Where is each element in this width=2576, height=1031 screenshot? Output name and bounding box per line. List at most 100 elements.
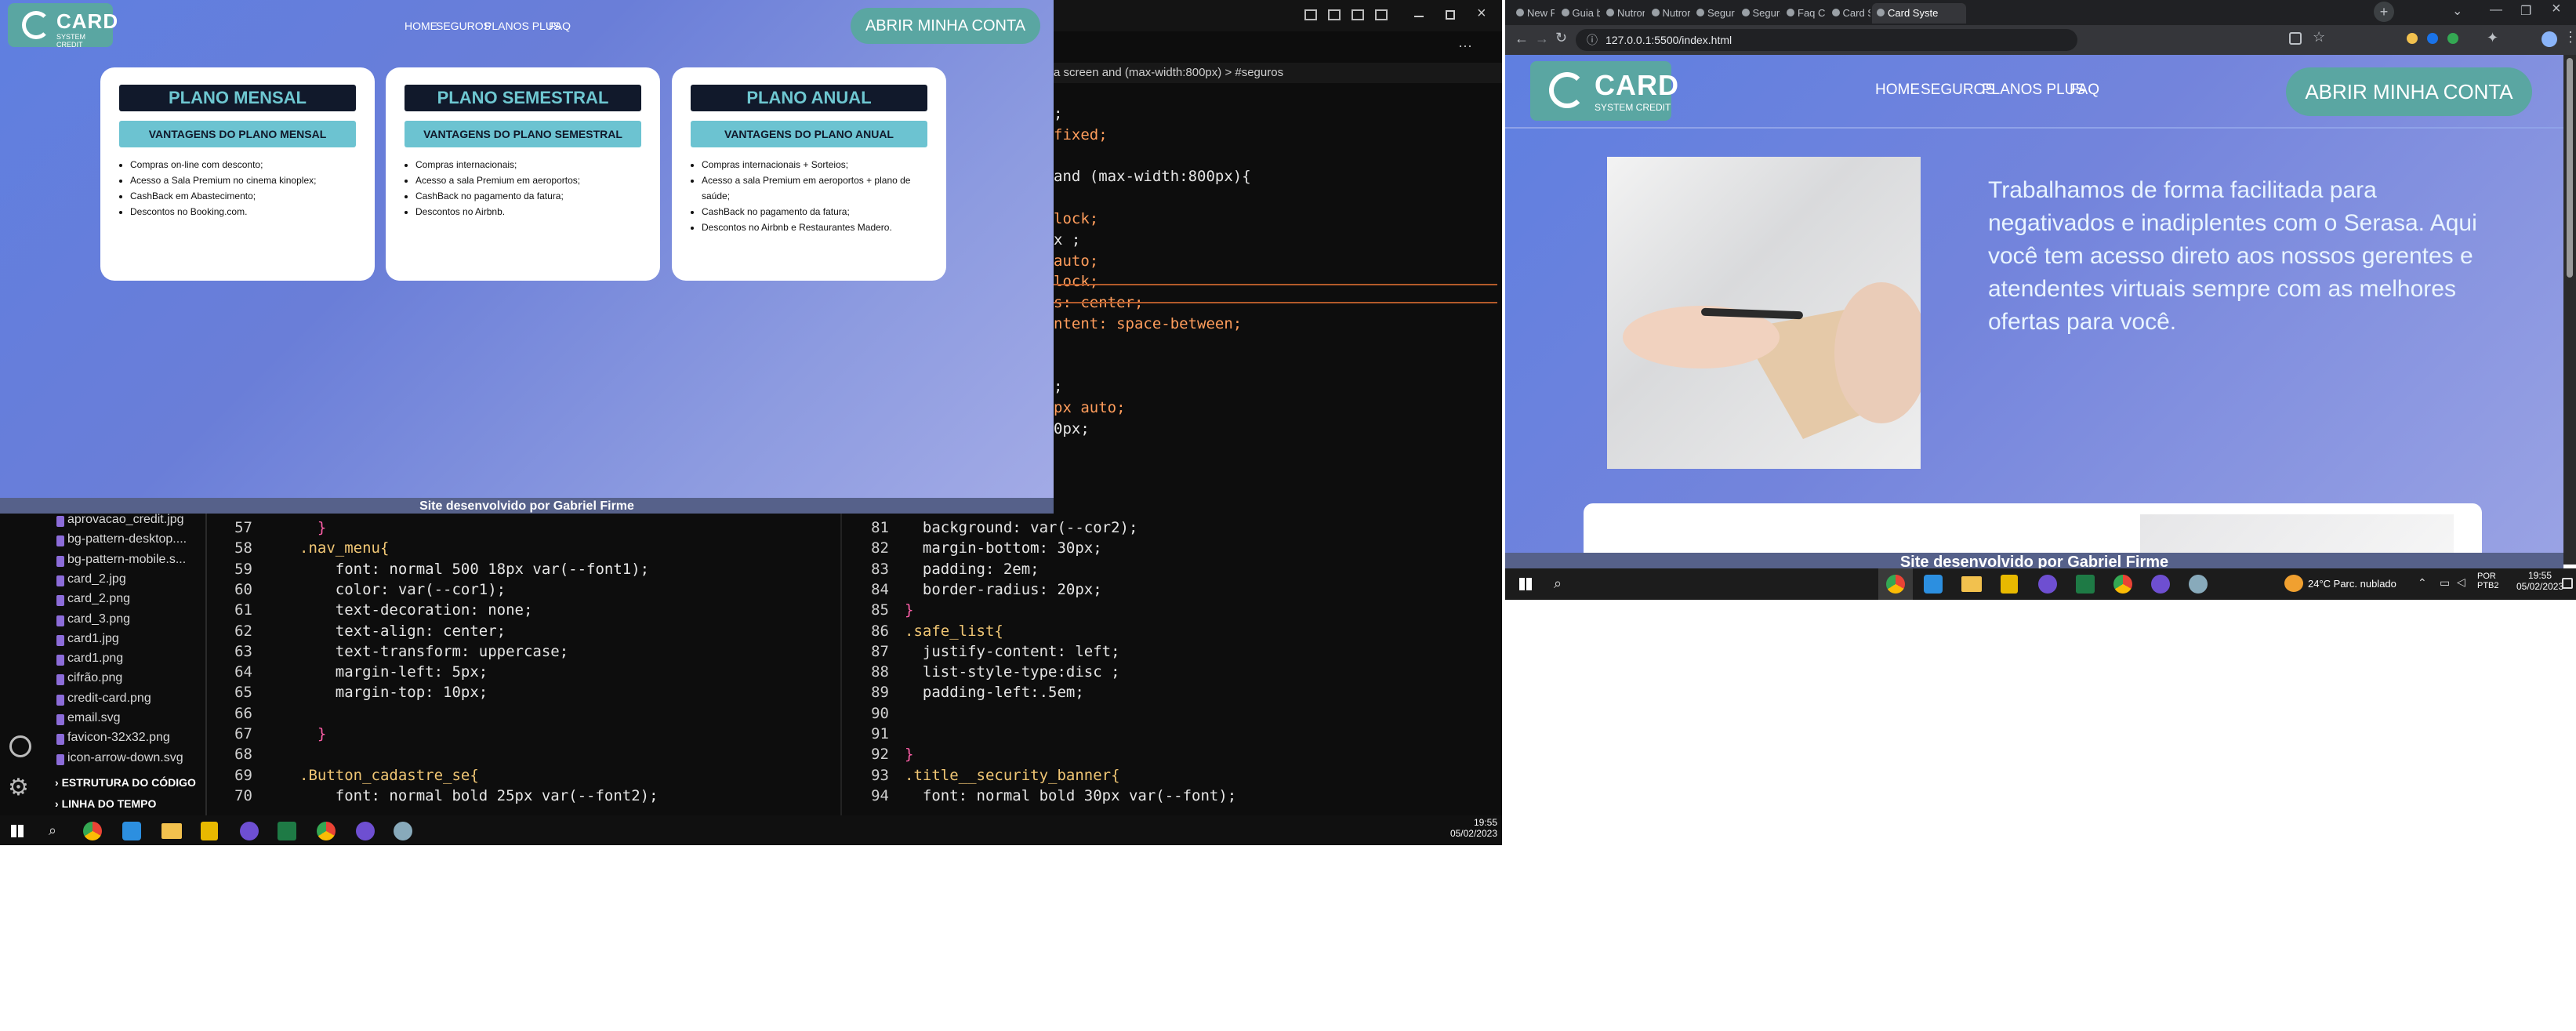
network-icon[interactable]: ▭ (2440, 576, 2450, 590)
github-icon[interactable] (2151, 575, 2170, 594)
plan-benefits-button[interactable]: VANTAGENS DO PLANO ANUAL (691, 121, 927, 147)
minimize-icon[interactable] (1414, 16, 1424, 17)
open-account-button[interactable]: ABRIR MINHA CONTA (851, 8, 1040, 44)
folder-icon[interactable] (161, 823, 182, 839)
search-icon[interactable]: ⌕ (49, 822, 56, 839)
file-tree-item[interactable]: email.svg (67, 711, 121, 725)
layout-icon[interactable] (1351, 9, 1364, 20)
nav-faq[interactable]: FAQ (549, 20, 571, 32)
tab-search-icon[interactable]: ⌄ (2452, 3, 2462, 19)
plan-benefits-button[interactable]: VANTAGENS DO PLANO SEMESTRAL (405, 121, 641, 147)
minimize-icon[interactable]: — (2490, 3, 2502, 17)
file-tree-item[interactable]: card_2.jpg (67, 572, 126, 586)
code-line[interactable]: padding: 2em; (905, 561, 1039, 578)
code-line[interactable]: ; (1054, 378, 1062, 395)
code-line[interactable]: } (905, 746, 913, 763)
search-icon[interactable]: ⌕ (1554, 575, 1562, 592)
code-line[interactable]: ntent: space-between; (1054, 315, 1242, 332)
code-line[interactable]: } (299, 725, 326, 742)
reload-icon[interactable]: ↻ (1555, 30, 1567, 46)
weather-icon[interactable] (2284, 575, 2303, 592)
file-tree-item[interactable]: card_3.png (67, 612, 130, 626)
plan-benefits-button[interactable]: VANTAGENS DO PLANO MENSAL (119, 121, 356, 147)
code-line[interactable]: justify-content: left; (905, 643, 1120, 660)
excel-icon[interactable] (2076, 575, 2095, 594)
code-line[interactable]: text-decoration: none; (299, 601, 533, 619)
file-tree-item[interactable]: credit-card.png (67, 692, 151, 706)
star-icon[interactable]: ☆ (2313, 29, 2325, 45)
more-actions-icon[interactable]: ··· (1458, 38, 1472, 54)
url-input[interactable]: ⓘ 127.0.0.1:5500/index.html (1576, 29, 2077, 51)
nav-home[interactable]: HOME (405, 20, 437, 32)
browser-tab[interactable]: Card Syst (1827, 3, 1870, 24)
file-tree-item[interactable]: favicon-32x32.png (67, 731, 170, 745)
timeline-section[interactable]: › LINHA DO TEMPO (55, 797, 156, 810)
code-line[interactable]: 0px; (1054, 420, 1090, 437)
code-line[interactable]: padding-left:.5em; (905, 684, 1084, 701)
code-line[interactable]: .nav_menu{ (299, 539, 389, 557)
extension-icon[interactable] (2427, 33, 2438, 44)
folder-icon[interactable] (1961, 576, 1982, 592)
notification-icon[interactable] (2562, 578, 2573, 589)
extension-icon[interactable] (2407, 33, 2418, 44)
nav-home[interactable]: HOME (1875, 82, 1920, 99)
forward-icon[interactable]: → (1535, 31, 1549, 47)
code-line[interactable]: ; (1054, 105, 1062, 122)
code-line[interactable]: auto; (1054, 252, 1098, 270)
code-line[interactable]: } (905, 601, 913, 619)
clock[interactable]: 19:55 05/02/2023 (2516, 570, 2563, 592)
code-line[interactable]: fixed; (1054, 126, 1108, 143)
close-icon[interactable]: × (1477, 5, 1486, 23)
browser-tab[interactable]: Guia básic (1557, 3, 1600, 24)
file-tree-item[interactable]: card1.jpg (67, 632, 119, 646)
app-icon[interactable] (2189, 575, 2208, 594)
chrome-icon[interactable] (83, 822, 102, 840)
powerbi-icon[interactable] (2001, 575, 2018, 594)
share-icon[interactable] (2289, 32, 2302, 45)
browser-tab[interactable]: Card Syste (1872, 3, 1966, 24)
volume-icon[interactable]: ◁ (2457, 575, 2465, 589)
weather-text[interactable]: 24°C Parc. nublado (2308, 578, 2396, 590)
code-line[interactable]: and (max-width:800px){ (1054, 168, 1251, 185)
excel-icon[interactable] (278, 822, 296, 840)
github-icon[interactable] (2038, 575, 2057, 594)
code-line[interactable]: } (299, 519, 326, 536)
nav-seguros[interactable]: SEGUROS (436, 20, 491, 32)
back-icon[interactable]: ← (1515, 31, 1529, 47)
code-line[interactable]: font: normal 500 18px var(--font1); (299, 561, 649, 578)
windows-start-icon[interactable] (11, 825, 24, 837)
code-line[interactable]: lock; (1054, 210, 1098, 227)
taskbar-active-chrome[interactable] (1878, 568, 1913, 600)
code-line[interactable]: text-transform: uppercase; (299, 643, 568, 660)
nav-faq[interactable]: FAQ (2070, 82, 2099, 99)
browser-tab[interactable]: Faq Card (1782, 3, 1825, 24)
code-line[interactable]: margin-top: 10px; (299, 684, 488, 701)
chevron-up-icon[interactable]: ⌃ (2418, 576, 2427, 590)
code-line[interactable]: border-radius: 20px; (905, 581, 1102, 598)
code-line[interactable]: margin-left: 5px; (299, 663, 488, 681)
restore-icon[interactable]: ❐ (2520, 3, 2531, 19)
keyboard-language[interactable]: POR PTB2 (2477, 572, 2499, 590)
code-line[interactable]: px auto; (1054, 399, 1126, 416)
chrome-icon[interactable] (317, 822, 336, 840)
code-line[interactable]: margin-bottom: 30px; (905, 539, 1102, 557)
vscode-icon[interactable] (1924, 575, 1943, 594)
github-icon[interactable] (356, 822, 375, 840)
browser-tab[interactable]: New File (1511, 3, 1555, 24)
github-icon[interactable] (240, 822, 259, 840)
layout-icon[interactable] (1304, 9, 1317, 20)
scrollbar[interactable] (2563, 55, 2576, 565)
browser-tab[interactable]: Nutror - C (1647, 3, 1690, 24)
code-line[interactable]: .safe_list{ (905, 623, 1003, 640)
file-tree-item[interactable]: aprovacao_credit.jpg (67, 513, 184, 527)
code-line[interactable]: .Button_cadastre_se{ (299, 767, 479, 784)
logo[interactable]: CARD SYSTEM CREDIT (8, 3, 118, 49)
new-tab-icon[interactable]: + (2374, 2, 2394, 22)
restore-icon[interactable] (1446, 10, 1455, 20)
app-icon[interactable] (394, 822, 412, 840)
code-line[interactable]: background: var(--cor2); (905, 519, 1138, 536)
vscode-icon[interactable] (122, 822, 141, 840)
windows-start-icon[interactable] (1519, 578, 1532, 590)
chrome-icon[interactable] (2113, 575, 2132, 594)
file-tree-item[interactable]: cifrão.png (67, 671, 122, 685)
